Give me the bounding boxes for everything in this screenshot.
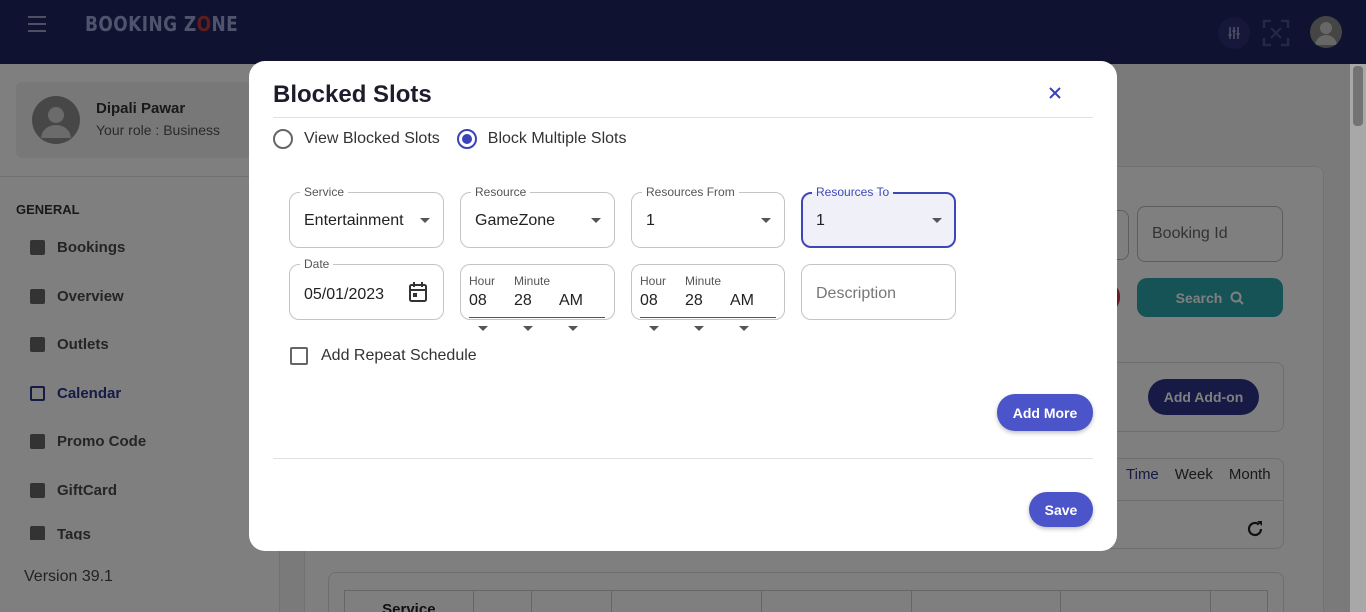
resources-from-select[interactable]: Resources From 1 — [631, 185, 785, 248]
chevron-down-icon — [932, 218, 942, 223]
field-value: 1 — [646, 212, 655, 229]
field-label: Resources To — [812, 185, 894, 199]
hour-select[interactable]: 08 — [640, 292, 658, 310]
hour-label: Hour — [469, 274, 496, 288]
slot-mode-radio-group: View Blocked Slots Block Multiple Slots — [273, 129, 627, 149]
description-placeholder: Description — [816, 285, 897, 302]
field-label: Resources From — [642, 185, 739, 199]
field-value: 05/01/2023 — [304, 286, 385, 303]
field-label: Service — [300, 185, 349, 199]
time-underline — [469, 317, 605, 318]
chevron-down-icon — [761, 218, 771, 223]
end-time-picker: Hour Minute 08 28 AM — [631, 264, 785, 331]
time-underline — [640, 317, 776, 318]
date-field[interactable]: Date 05/01/2023 — [289, 257, 444, 320]
radio-label: View Blocked Slots — [304, 130, 440, 147]
minute-label: Minute — [685, 274, 722, 288]
field-value: GameZone — [475, 212, 556, 229]
divider — [273, 117, 1093, 118]
radio-label: Block Multiple Slots — [487, 130, 627, 147]
hour-chevron-down-icon[interactable] — [649, 326, 659, 331]
am-pm-select[interactable]: AM — [730, 292, 754, 310]
chevron-down-icon — [420, 218, 430, 223]
minute-select[interactable]: 28 — [685, 292, 703, 310]
description-input[interactable]: Description — [801, 264, 956, 320]
minute-select[interactable]: 28 — [514, 292, 532, 310]
calendar-icon[interactable] — [408, 281, 428, 303]
repeat-schedule-checkbox[interactable] — [290, 347, 308, 365]
page-scrollbar[interactable] — [1350, 64, 1366, 612]
resources-to-select[interactable]: Resources To 1 — [801, 185, 956, 248]
field-value: Entertainment — [304, 212, 404, 229]
divider — [273, 458, 1093, 459]
minute-chevron-down-icon[interactable] — [694, 326, 704, 331]
chevron-down-icon — [591, 218, 601, 223]
am-pm-select[interactable]: AM — [559, 292, 583, 310]
repeat-schedule-label: Add Repeat Schedule — [321, 347, 477, 364]
resource-select[interactable]: Resource GameZone — [460, 185, 615, 248]
start-time-picker: Hour Minute 08 28 AM — [460, 264, 615, 331]
field-value: 1 — [816, 212, 825, 229]
blocked-slots-dialog: Blocked Slots View Blocked Slots Block M… — [249, 61, 1117, 551]
repeat-schedule-option[interactable]: Add Repeat Schedule — [290, 347, 477, 365]
radio-view-blocked-slots[interactable] — [273, 129, 293, 149]
period-chevron-down-icon[interactable] — [568, 326, 578, 331]
close-icon[interactable] — [1045, 83, 1065, 103]
hour-select[interactable]: 08 — [469, 292, 487, 310]
scrollbar-thumb[interactable] — [1353, 66, 1363, 126]
add-more-button[interactable]: Add More — [997, 394, 1093, 431]
service-select[interactable]: Service Entertainment — [289, 185, 444, 248]
hour-chevron-down-icon[interactable] — [478, 326, 488, 331]
dialog-title: Blocked Slots — [273, 81, 432, 108]
field-label: Date — [300, 257, 334, 271]
hour-label: Hour — [640, 274, 667, 288]
radio-block-multiple-slots[interactable] — [456, 129, 477, 149]
period-chevron-down-icon[interactable] — [739, 326, 749, 331]
save-button[interactable]: Save — [1029, 492, 1093, 527]
minute-label: Minute — [514, 274, 551, 288]
minute-chevron-down-icon[interactable] — [523, 326, 533, 331]
field-label: Resource — [471, 185, 531, 199]
